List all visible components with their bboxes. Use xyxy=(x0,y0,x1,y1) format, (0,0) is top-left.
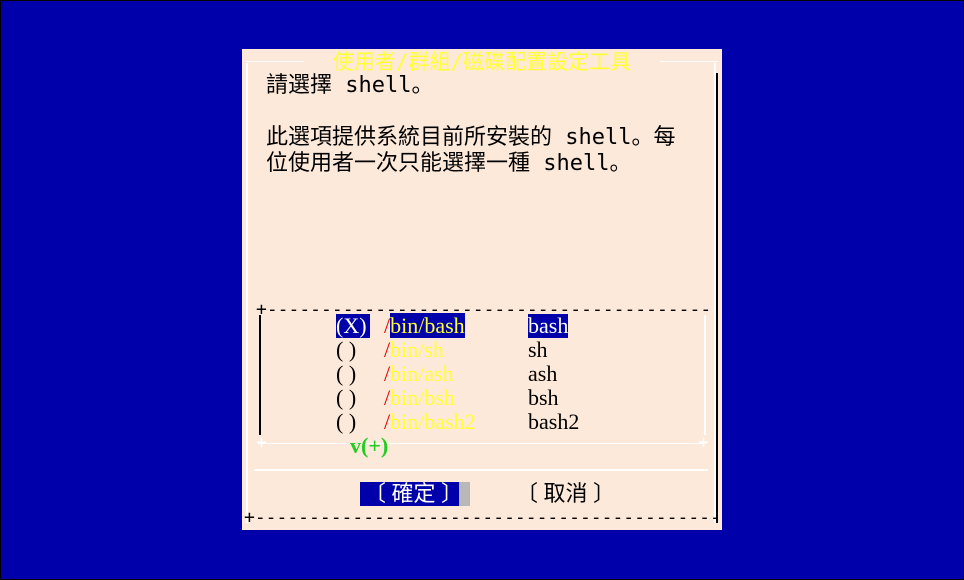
radio-selected[interactable]: (X) xyxy=(336,314,370,338)
list-item-bsh[interactable]: ( )/bin/bsh bsh xyxy=(336,386,559,410)
dialog-title: 使用者/群組/磁碟配置設定工具 xyxy=(332,50,632,74)
dialog-prompt: 請選擇 shell。 此選項提供系統目前所安裝的 shell。每 位使用者一次只… xyxy=(266,73,706,177)
radio-unselected[interactable]: ( ) xyxy=(336,338,370,362)
dialog-right-shadow xyxy=(716,73,718,523)
list-item-ash[interactable]: ( )/bin/ash ash xyxy=(336,362,557,386)
shell-name: ash xyxy=(528,361,558,386)
shell-name: bash2 xyxy=(528,409,580,434)
prompt-line-3: 位使用者一次只能選擇一種 shell。 xyxy=(266,151,632,176)
prompt-line-1: 請選擇 shell。 xyxy=(266,73,434,98)
shell-path: bin/bash xyxy=(390,313,465,338)
ok-button-shadow xyxy=(459,482,470,506)
shell-select-dialog: 使用者/群組/磁碟配置設定工具 請選擇 shell。 此選項提供系統目前所安裝的… xyxy=(242,49,722,530)
shell-path: bin/ash xyxy=(390,361,454,386)
radio-unselected[interactable]: ( ) xyxy=(336,362,370,386)
scroll-more-indicator: v(+) xyxy=(350,433,389,458)
dialog-bottom-border: +---------------------------------------… xyxy=(244,508,720,528)
shell-path: bin/bsh xyxy=(390,385,455,410)
ok-button[interactable]: 〔 確定 〕 xyxy=(360,482,468,506)
dialog-left-border xyxy=(246,63,248,523)
shell-path: bin/bash2 xyxy=(390,409,476,434)
button-separator xyxy=(254,469,708,471)
list-item-sh[interactable]: ( )/bin/sh sh xyxy=(336,338,548,362)
list-right-border xyxy=(704,315,706,435)
list-item-bash2[interactable]: ( )/bin/bash2 bash2 xyxy=(336,410,579,434)
radio-unselected[interactable]: ( ) xyxy=(336,410,370,434)
list-left-border xyxy=(259,315,261,435)
shell-name: bash xyxy=(528,313,569,338)
list-item-bash[interactable]: (X)/bin/bash bash xyxy=(336,313,569,338)
cancel-button[interactable]: 〔 取消 〕 xyxy=(516,482,615,506)
shell-name: sh xyxy=(528,337,548,362)
shell-name: bsh xyxy=(528,385,559,410)
shell-path: bin/sh xyxy=(390,337,444,362)
prompt-line-2: 此選項提供系統目前所安裝的 shell。每 xyxy=(266,125,676,150)
list-bottom-border: + + xyxy=(256,432,709,453)
radio-unselected[interactable]: ( ) xyxy=(336,386,370,410)
